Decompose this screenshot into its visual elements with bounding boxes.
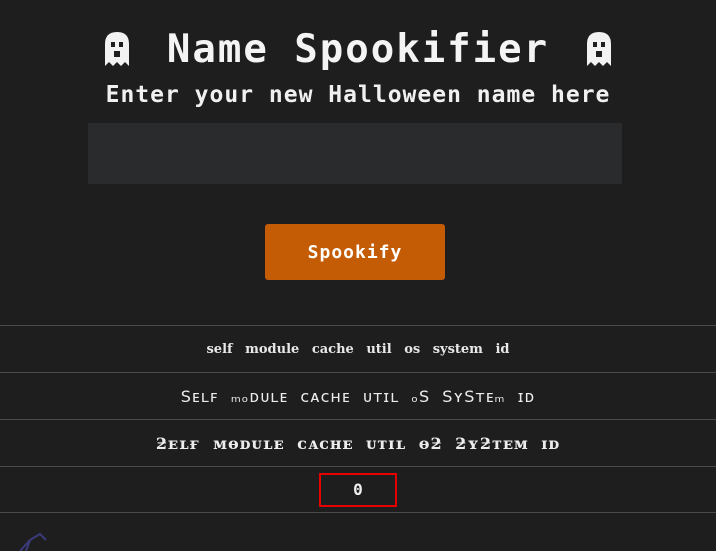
page: Name Spookifier Enter your new Halloween… [0,0,716,551]
result-text-small-caps: Sᴇʟꜰ ₘₒᴅᴜʟᴇ ᴄᴀᴄʜᴇ ᴜᴛɪʟ ₒS SʏSᴛᴇₘ ɪᴅ [180,386,536,406]
decorative-scribble [19,532,47,551]
result-row: ƻᴇʟғ ᴍɵᴅᴜʟᴇ ᴄᴀᴄʜᴇ ᴜᴛɪʟ ɵƻ ƻʏƻᴛᴇᴍ ɪᴅ [0,419,716,466]
spookify-button[interactable]: Spookify [265,224,445,280]
name-input[interactable] [88,123,622,184]
subtitle: Enter your new Halloween name here [105,82,611,108]
result-text-number: 0 [353,480,363,499]
ghost-icon [587,32,612,66]
result-row: self module cache util os system id [0,325,716,372]
result-row: 0 [0,466,716,513]
ghost-icon [104,32,129,66]
highlight-box: 0 [319,472,397,507]
result-row: Sᴇʟꜰ ₘₒᴅᴜʟᴇ ᴄᴀᴄʜᴇ ᴜᴛɪʟ ₒS SʏSᴛᴇₘ ɪᴅ [0,372,716,419]
page-title: Name Spookifier [166,26,550,72]
result-text-spooky: ƻᴇʟғ ᴍɵᴅᴜʟᴇ ᴄᴀᴄʜᴇ ᴜᴛɪʟ ɵƻ ƻʏƻᴛᴇᴍ ɪᴅ [155,433,561,453]
result-text-plain: self module cache util os system id [206,341,510,357]
header: Name Spookifier [0,24,716,74]
